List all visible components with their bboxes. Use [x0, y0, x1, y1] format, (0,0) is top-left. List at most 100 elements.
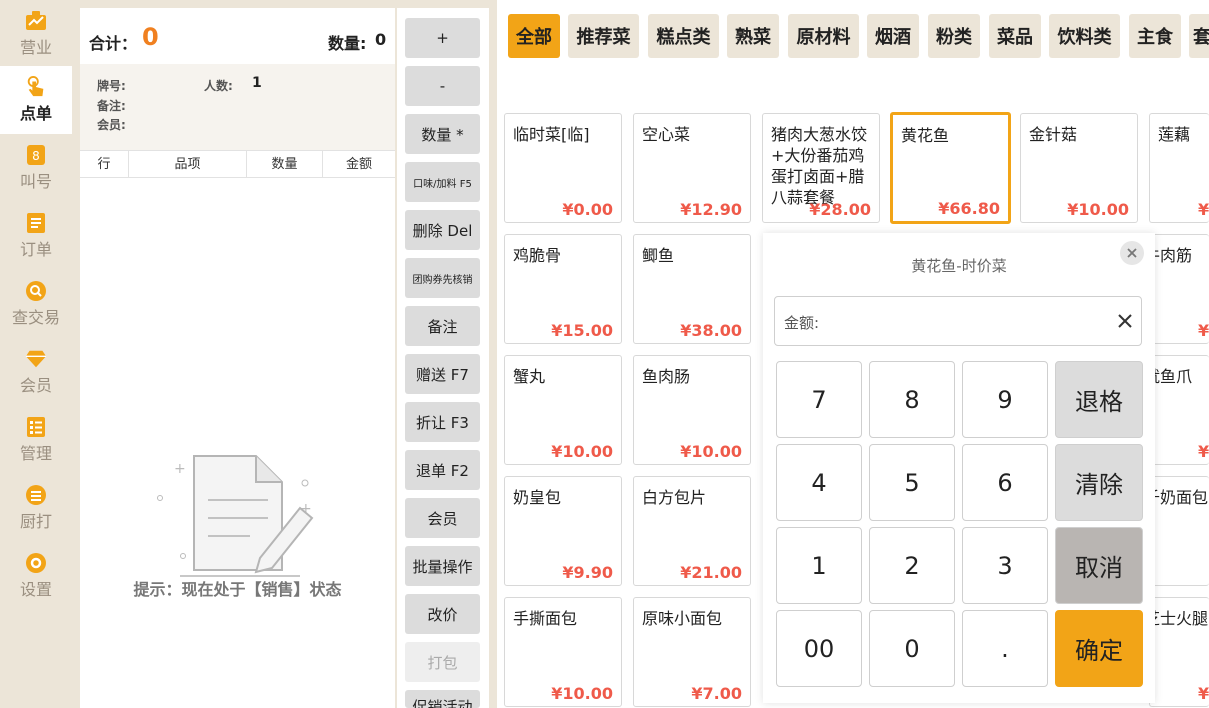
nav-label: 营业 — [19, 38, 52, 57]
nav-item-manage[interactable]: 管理 — [0, 406, 72, 474]
amount-input[interactable] — [829, 307, 1099, 335]
dish-card[interactable]: 手撕面包 ¥10.00 — [504, 597, 622, 707]
clear-input-icon[interactable] — [1116, 312, 1134, 330]
close-button[interactable] — [1120, 241, 1144, 265]
category-tab[interactable]: 主食 — [1129, 14, 1181, 58]
gift-button[interactable]: 赠送 F7 — [405, 354, 480, 394]
backspace-key[interactable]: 退格 — [1055, 361, 1143, 438]
key-7[interactable]: 7 — [776, 361, 862, 438]
dish-price: ¥ — [1198, 321, 1209, 340]
category-tab[interactable]: 菜品 — [989, 14, 1041, 58]
nav-item-kitchen-print[interactable]: 厨打 — [0, 474, 72, 542]
order-info[interactable]: 牌号: 人数: 1 备注: 会员: — [80, 64, 395, 150]
category-tab[interactable]: 饮料类 — [1049, 14, 1120, 58]
return-button[interactable]: 退单 F2 — [405, 450, 480, 490]
close-icon — [1126, 244, 1138, 263]
dish-card[interactable]: 牛肉筋 ¥ — [1149, 234, 1209, 344]
key-2[interactable]: 2 — [869, 527, 955, 604]
category-tab[interactable]: 套 — [1189, 14, 1209, 58]
dish-card[interactable]: 蟹丸 ¥10.00 — [504, 355, 622, 465]
column-header: 金额 — [322, 151, 395, 178]
key-1[interactable]: 1 — [776, 527, 862, 604]
side-nav: 营业 点单 8 叫号 订单 查交易 会员 管理 厨打 设置 — [0, 0, 72, 708]
batch-button[interactable]: 批量操作 — [405, 546, 480, 586]
key-8[interactable]: 8 — [869, 361, 955, 438]
group-coupon-button[interactable]: 团购券先核销 — [405, 258, 480, 298]
quantity-button[interactable]: 数量 * — [405, 114, 480, 154]
total-value: 0 — [142, 23, 159, 51]
dish-price: ¥28.00 — [809, 200, 871, 219]
promotion-button[interactable]: 促销活动 — [405, 690, 480, 708]
category-tab[interactable]: 熟菜 — [727, 14, 779, 58]
remark-button[interactable]: 备注 — [405, 306, 480, 346]
nav-label: 叫号 — [19, 172, 52, 191]
nav-item-order[interactable]: 点单 — [0, 66, 72, 134]
key-dot[interactable]: . — [962, 610, 1048, 687]
dish-card[interactable]: 鱼肉肠 ¥10.00 — [633, 355, 751, 465]
nav-item-transactions[interactable]: 查交易 — [0, 270, 72, 338]
flavor-button[interactable]: 口味/加料 F5 — [405, 162, 480, 202]
dish-name: 金针菇 — [1029, 125, 1078, 144]
category-tab[interactable]: 粉类 — [928, 14, 980, 58]
quantity-label: 数量: — [328, 34, 367, 53]
dish-card[interactable]: 鸡脆骨 ¥15.00 — [504, 234, 622, 344]
nav-item-orders[interactable]: 订单 — [0, 202, 72, 270]
nav-label: 设置 — [19, 580, 52, 599]
nav-item-business[interactable]: 营业 — [0, 0, 72, 68]
key-0[interactable]: 0 — [869, 610, 955, 687]
dish-name: 芝士火腿 — [1149, 609, 1209, 628]
dish-card[interactable]: 千奶面包 — [1149, 476, 1209, 586]
key-4[interactable]: 4 — [776, 444, 862, 521]
dish-name: 白方包片 — [642, 488, 707, 507]
dish-card[interactable]: 空心菜 ¥12.90 — [633, 113, 751, 223]
dish-price: ¥10.00 — [680, 442, 742, 461]
key-5[interactable]: 5 — [869, 444, 955, 521]
nav-label: 厨打 — [19, 512, 52, 531]
discount-button[interactable]: 折让 F3 — [405, 402, 480, 442]
dish-card[interactable]: 奶皇包 ¥9.90 — [504, 476, 622, 586]
status-tip: 提示：现在处于【销售】状态 — [133, 580, 342, 599]
column-header: 数量 — [246, 151, 322, 178]
change-price-button[interactable]: 改价 — [405, 594, 480, 634]
order-summary: 合计： 0 数量: 0 — [80, 8, 395, 64]
dish-card[interactable]: 莲藕 ¥ — [1149, 113, 1209, 223]
dish-card[interactable]: 原味小面包 ¥7.00 — [633, 597, 751, 707]
people-value: 1 — [252, 75, 262, 91]
nav-item-call-number[interactable]: 8 叫号 — [0, 134, 72, 202]
key-9[interactable]: 9 — [962, 361, 1048, 438]
dish-card[interactable]: 白方包片 ¥21.00 — [633, 476, 751, 586]
category-tab[interactable]: 糕点类 — [648, 14, 719, 58]
nav-item-settings[interactable]: 设置 — [0, 542, 72, 610]
decrease-button[interactable]: - — [405, 66, 480, 106]
category-tab[interactable]: 烟酒 — [867, 14, 919, 58]
category-tab[interactable]: 推荐菜 — [568, 14, 639, 58]
dish-card[interactable]: 临时菜[临] ¥0.00 — [504, 113, 622, 223]
dish-price: ¥15.00 — [551, 321, 613, 340]
dish-card-selected[interactable]: 黄花鱼 ¥66.80 — [890, 112, 1011, 224]
amount-field[interactable]: 金额: — [774, 296, 1142, 346]
dish-card[interactable]: 鱿鱼爪 ¥ — [1149, 355, 1209, 465]
dish-card[interactable]: 芝士火腿 ¥ — [1149, 597, 1209, 707]
confirm-key[interactable]: 确定 — [1055, 610, 1143, 687]
dish-price: ¥9.90 — [562, 563, 613, 582]
number-icon: 8 — [25, 144, 47, 166]
dish-price: ¥ — [1198, 200, 1209, 219]
clear-key[interactable]: 清除 — [1055, 444, 1143, 521]
category-tab[interactable]: 全部 — [508, 14, 560, 58]
pack-button[interactable]: 打包 — [405, 642, 480, 682]
increase-button[interactable]: + — [405, 18, 480, 58]
key-00[interactable]: 00 — [776, 610, 862, 687]
dish-card[interactable]: 猪肉大葱水饺+大份番茄鸡蛋打卤面+腊八蒜套餐 ¥28.00 — [762, 113, 880, 223]
cancel-key[interactable]: 取消 — [1055, 527, 1143, 604]
dish-name: 蟹丸 — [513, 367, 546, 386]
dish-card[interactable]: 鲫鱼 ¥38.00 — [633, 234, 751, 344]
member-button[interactable]: 会员 — [405, 498, 480, 538]
nav-label: 会员 — [19, 376, 52, 395]
key-6[interactable]: 6 — [962, 444, 1048, 521]
svg-text:+: + — [174, 461, 186, 477]
category-tab[interactable]: 原材料 — [788, 14, 859, 58]
nav-item-member[interactable]: 会员 — [0, 338, 72, 406]
dish-card[interactable]: 金针菇 ¥10.00 — [1020, 113, 1138, 223]
key-3[interactable]: 3 — [962, 527, 1048, 604]
delete-button[interactable]: 删除 Del — [405, 210, 480, 250]
